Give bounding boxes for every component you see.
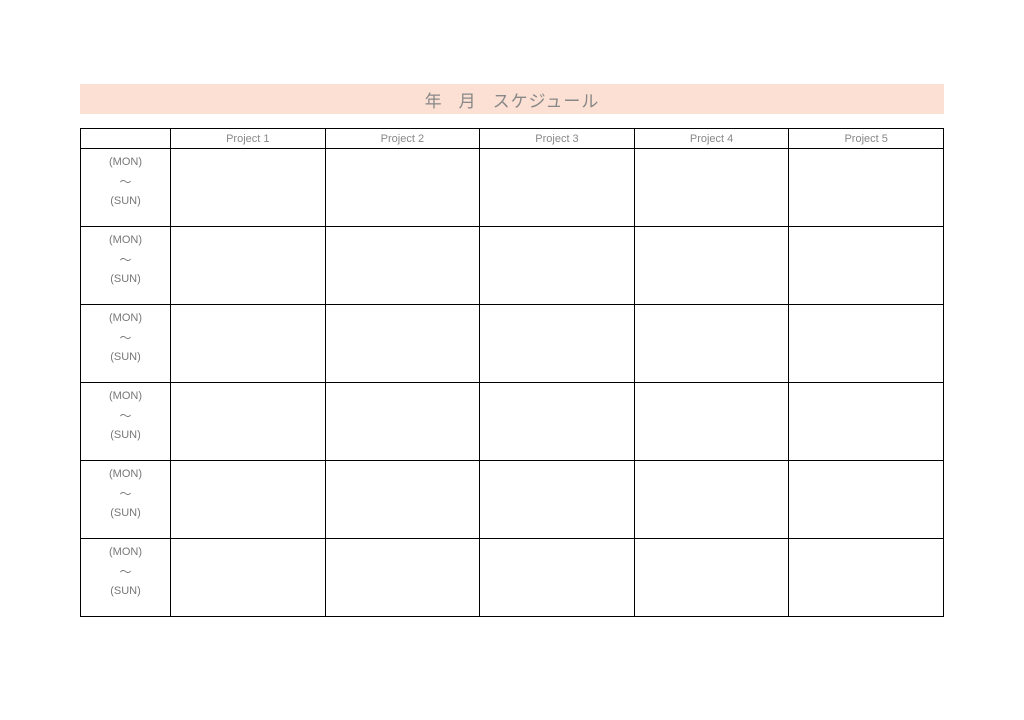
week-rowhead: (MON) ～ (SUN) (81, 227, 171, 305)
week-tilde: ～ (119, 488, 131, 500)
schedule-cell (325, 539, 480, 617)
schedule-cell (171, 305, 326, 383)
header-col-1: Project 1 (171, 129, 326, 149)
schedule-cell (480, 227, 635, 305)
week-tilde: ～ (119, 254, 131, 266)
title-bar: 年 月 スケジュール (80, 84, 944, 114)
week-mon-label: (MON) (109, 469, 142, 480)
table-row: (MON) ～ (SUN) (81, 461, 944, 539)
schedule-cell (634, 149, 789, 227)
week-rowhead: (MON) ～ (SUN) (81, 149, 171, 227)
schedule-cell (789, 305, 944, 383)
week-block: (MON) ～ (SUN) (87, 235, 164, 285)
schedule-cell (171, 539, 326, 617)
week-rowhead: (MON) ～ (SUN) (81, 461, 171, 539)
schedule-cell (789, 227, 944, 305)
week-mon-label: (MON) (109, 547, 142, 558)
table-row: (MON) ～ (SUN) (81, 305, 944, 383)
week-block: (MON) ～ (SUN) (87, 391, 164, 441)
schedule-cell (480, 305, 635, 383)
schedule-cell (325, 149, 480, 227)
week-sun-label: (SUN) (110, 430, 141, 441)
header-col-3: Project 3 (480, 129, 635, 149)
title-year-label: 年 (425, 87, 443, 112)
week-block: (MON) ～ (SUN) (87, 469, 164, 519)
week-tilde: ～ (119, 566, 131, 578)
week-rowhead: (MON) ～ (SUN) (81, 539, 171, 617)
schedule-cell (634, 383, 789, 461)
week-rowhead: (MON) ～ (SUN) (81, 305, 171, 383)
header-col-5: Project 5 (789, 129, 944, 149)
table-row: (MON) ～ (SUN) (81, 227, 944, 305)
week-sun-label: (SUN) (110, 274, 141, 285)
schedule-cell (789, 461, 944, 539)
week-sun-label: (SUN) (110, 352, 141, 363)
week-tilde: ～ (119, 332, 131, 344)
title-month-label: 月 (459, 87, 477, 112)
schedule-cell (171, 383, 326, 461)
week-block: (MON) ～ (SUN) (87, 157, 164, 207)
table-row: (MON) ～ (SUN) (81, 539, 944, 617)
schedule-cell (789, 149, 944, 227)
week-mon-label: (MON) (109, 313, 142, 324)
header-col-4: Project 4 (634, 129, 789, 149)
title-schedule-label: スケジュール (493, 87, 600, 112)
schedule-cell (789, 383, 944, 461)
schedule-cell (634, 305, 789, 383)
week-tilde: ～ (119, 410, 131, 422)
schedule-cell (480, 149, 635, 227)
schedule-cell (634, 227, 789, 305)
week-sun-label: (SUN) (110, 586, 141, 597)
week-mon-label: (MON) (109, 235, 142, 246)
week-mon-label: (MON) (109, 391, 142, 402)
schedule-cell (325, 461, 480, 539)
week-sun-label: (SUN) (110, 196, 141, 207)
week-block: (MON) ～ (SUN) (87, 547, 164, 597)
table-row: (MON) ～ (SUN) (81, 383, 944, 461)
week-mon-label: (MON) (109, 157, 142, 168)
header-col-2: Project 2 (325, 129, 480, 149)
schedule-cell (325, 383, 480, 461)
week-rowhead: (MON) ～ (SUN) (81, 383, 171, 461)
week-sun-label: (SUN) (110, 508, 141, 519)
schedule-cell (480, 539, 635, 617)
schedule-cell (789, 539, 944, 617)
schedule-cell (325, 227, 480, 305)
schedule-cell (634, 461, 789, 539)
header-blank (81, 129, 171, 149)
schedule-table: Project 1 Project 2 Project 3 Project 4 … (80, 128, 944, 617)
schedule-cell (171, 149, 326, 227)
schedule-cell (171, 227, 326, 305)
schedule-cell (171, 461, 326, 539)
week-block: (MON) ～ (SUN) (87, 313, 164, 363)
table-row: (MON) ～ (SUN) (81, 149, 944, 227)
header-row: Project 1 Project 2 Project 3 Project 4 … (81, 129, 944, 149)
schedule-cell (325, 305, 480, 383)
schedule-cell (480, 383, 635, 461)
week-tilde: ～ (119, 176, 131, 188)
schedule-cell (480, 461, 635, 539)
schedule-cell (634, 539, 789, 617)
